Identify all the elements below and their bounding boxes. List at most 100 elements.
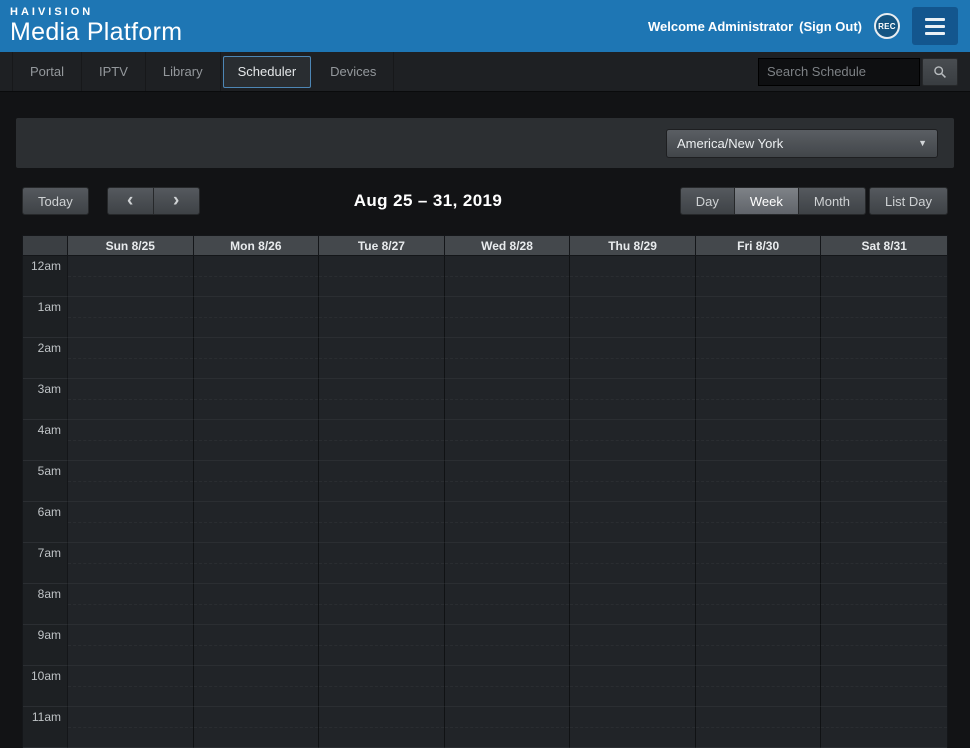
time-slot[interactable] <box>445 584 571 625</box>
time-slot[interactable] <box>445 625 571 666</box>
time-slot[interactable] <box>194 666 320 707</box>
time-slot[interactable] <box>68 584 194 625</box>
time-slot[interactable] <box>821 379 947 420</box>
today-button[interactable]: Today <box>22 187 89 215</box>
time-slot[interactable] <box>194 584 320 625</box>
next-week-button[interactable]: › <box>153 187 200 215</box>
time-slot[interactable] <box>319 707 445 748</box>
search-input[interactable] <box>758 58 920 86</box>
time-slot[interactable] <box>696 256 822 297</box>
time-slot[interactable] <box>570 625 696 666</box>
time-slot[interactable] <box>696 461 822 502</box>
time-slot[interactable] <box>194 543 320 584</box>
time-slot[interactable] <box>445 379 571 420</box>
time-slot[interactable] <box>570 584 696 625</box>
time-slot[interactable] <box>319 461 445 502</box>
time-slot[interactable] <box>194 420 320 461</box>
time-slot[interactable] <box>68 461 194 502</box>
time-slot[interactable] <box>319 666 445 707</box>
time-slot[interactable] <box>194 502 320 543</box>
time-slot[interactable] <box>319 543 445 584</box>
time-slot[interactable] <box>68 379 194 420</box>
time-slot[interactable] <box>696 297 822 338</box>
time-slot[interactable] <box>696 625 822 666</box>
view-button-week[interactable]: Week <box>734 187 799 215</box>
time-slot[interactable] <box>570 338 696 379</box>
prev-week-button[interactable]: ‹ <box>107 187 154 215</box>
time-slot[interactable] <box>821 502 947 543</box>
time-slot[interactable] <box>696 584 822 625</box>
time-slot[interactable] <box>696 707 822 748</box>
time-slot[interactable] <box>696 502 822 543</box>
time-slot[interactable] <box>68 543 194 584</box>
tab-iptv[interactable]: IPTV <box>82 52 146 91</box>
time-slot[interactable] <box>68 502 194 543</box>
time-slot[interactable] <box>68 338 194 379</box>
time-slot[interactable] <box>194 461 320 502</box>
view-button-month[interactable]: Month <box>798 187 866 215</box>
tab-devices[interactable]: Devices <box>313 52 394 91</box>
time-slot[interactable] <box>570 420 696 461</box>
time-slot[interactable] <box>696 543 822 584</box>
time-slot[interactable] <box>194 256 320 297</box>
time-slot[interactable] <box>570 297 696 338</box>
time-slot[interactable] <box>821 584 947 625</box>
time-slot[interactable] <box>821 625 947 666</box>
search-button[interactable] <box>922 58 958 86</box>
time-slot[interactable] <box>445 338 571 379</box>
hamburger-menu-button[interactable] <box>912 7 958 45</box>
time-slot[interactable] <box>68 420 194 461</box>
time-slot[interactable] <box>319 297 445 338</box>
time-slot[interactable] <box>570 707 696 748</box>
time-slot[interactable] <box>696 379 822 420</box>
time-slot[interactable] <box>821 666 947 707</box>
time-slot[interactable] <box>194 379 320 420</box>
time-slot[interactable] <box>821 543 947 584</box>
time-slot[interactable] <box>194 297 320 338</box>
time-slot[interactable] <box>319 338 445 379</box>
time-slot[interactable] <box>319 379 445 420</box>
time-slot[interactable] <box>570 256 696 297</box>
time-slot[interactable] <box>445 502 571 543</box>
time-slot[interactable] <box>445 543 571 584</box>
time-slot[interactable] <box>319 256 445 297</box>
time-slot[interactable] <box>445 666 571 707</box>
time-slot[interactable] <box>194 338 320 379</box>
time-slot[interactable] <box>68 625 194 666</box>
view-button-day[interactable]: Day <box>680 187 735 215</box>
list-day-button[interactable]: List Day <box>869 187 948 215</box>
time-slot[interactable] <box>319 625 445 666</box>
time-slot[interactable] <box>821 297 947 338</box>
time-slot[interactable] <box>821 707 947 748</box>
time-slot[interactable] <box>821 256 947 297</box>
time-slot[interactable] <box>68 707 194 748</box>
time-slot[interactable] <box>194 707 320 748</box>
time-slot[interactable] <box>570 461 696 502</box>
time-slot[interactable] <box>696 420 822 461</box>
time-slot[interactable] <box>68 256 194 297</box>
time-slot[interactable] <box>68 666 194 707</box>
time-slot[interactable] <box>570 543 696 584</box>
tab-library[interactable]: Library <box>146 52 221 91</box>
time-slot[interactable] <box>696 338 822 379</box>
time-slot[interactable] <box>445 297 571 338</box>
time-slot[interactable] <box>696 666 822 707</box>
time-slot[interactable] <box>319 584 445 625</box>
time-slot[interactable] <box>445 420 571 461</box>
time-slot[interactable] <box>821 420 947 461</box>
time-slot[interactable] <box>319 420 445 461</box>
tab-scheduler[interactable]: Scheduler <box>223 56 312 88</box>
tab-portal[interactable]: Portal <box>12 52 82 91</box>
time-slot[interactable] <box>445 707 571 748</box>
time-slot[interactable] <box>570 502 696 543</box>
rec-indicator-button[interactable]: REC <box>874 13 900 39</box>
time-slot[interactable] <box>821 461 947 502</box>
time-slot[interactable] <box>68 297 194 338</box>
time-slot[interactable] <box>570 379 696 420</box>
time-slot[interactable] <box>194 625 320 666</box>
time-slot[interactable] <box>319 502 445 543</box>
time-slot[interactable] <box>570 666 696 707</box>
time-slot[interactable] <box>821 338 947 379</box>
time-slot[interactable] <box>445 461 571 502</box>
timezone-select[interactable]: America/New York ▼ <box>666 129 938 158</box>
